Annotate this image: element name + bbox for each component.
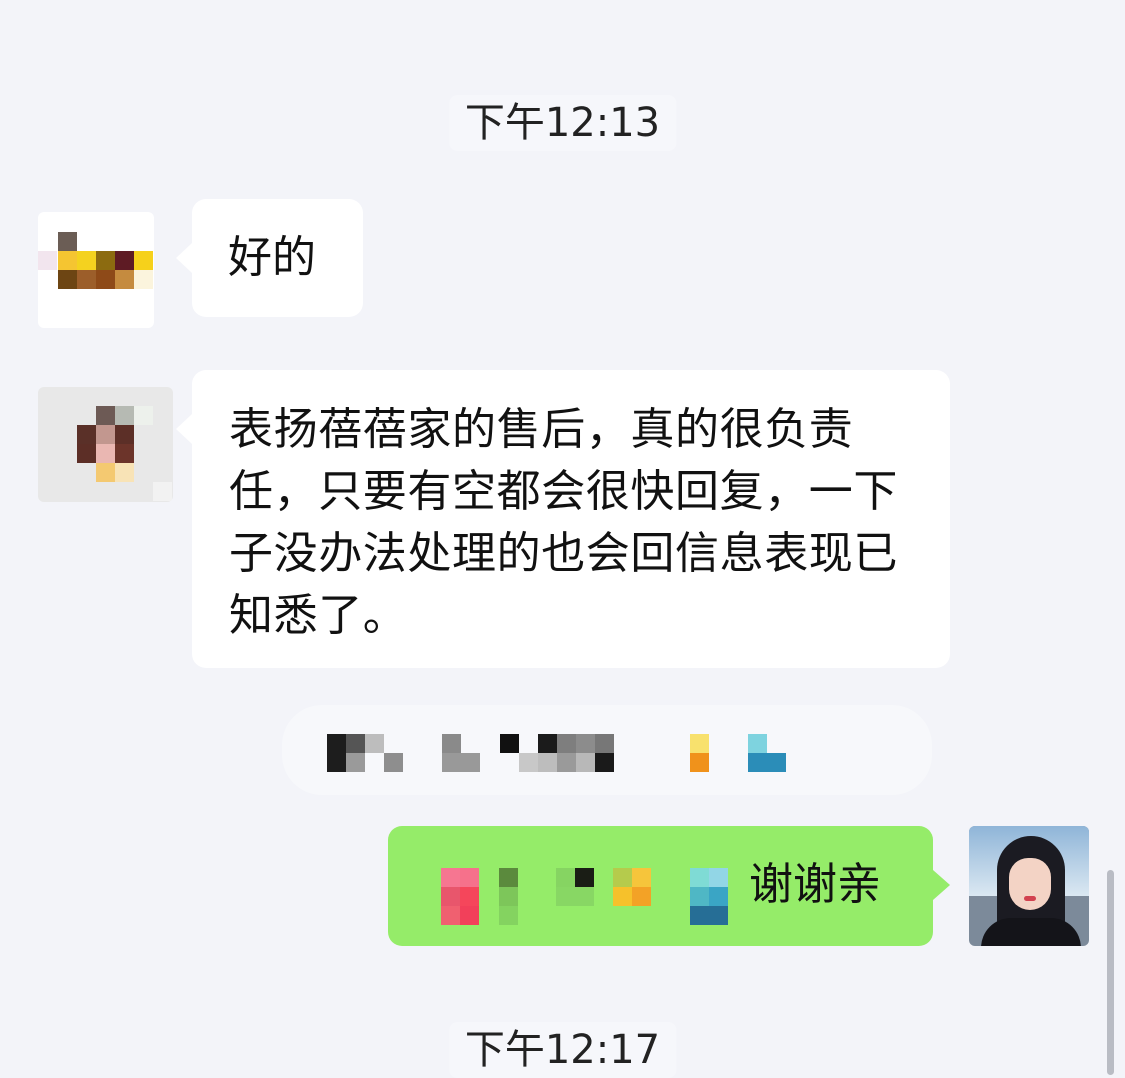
self-avatar[interactable] (969, 826, 1089, 946)
message-text: 好的 (228, 232, 316, 283)
timestamp: 下午12:13 (448, 95, 677, 151)
contact-avatar[interactable] (38, 212, 154, 328)
timestamp: 下午12:17 (448, 1022, 677, 1078)
message-text: 谢谢亲 (749, 859, 881, 910)
message-bubble[interactable]: 表扬蓓蓓家的售后，真的很负责任，只要有空都会很快回复，一下子没办法处理的也会回信… (176, 370, 950, 668)
message-bubble[interactable]: 好的 (176, 199, 363, 317)
redacted-emoji (441, 868, 460, 887)
message-text: 表扬蓓蓓家的售后，真的很负责任，只要有空都会很快回复，一下子没办法处理的也会回信… (229, 404, 898, 641)
message-bubble-outgoing[interactable]: 谢谢亲 (388, 826, 950, 946)
scrollbar[interactable] (1107, 870, 1114, 1075)
redacted-notice (282, 705, 932, 795)
chat-view[interactable]: 下午12:13 好的 表扬蓓蓓家的售后，真的很负责任，只要有空都会很快回复，一下… (0, 0, 1125, 1078)
contact-avatar[interactable] (38, 387, 173, 502)
